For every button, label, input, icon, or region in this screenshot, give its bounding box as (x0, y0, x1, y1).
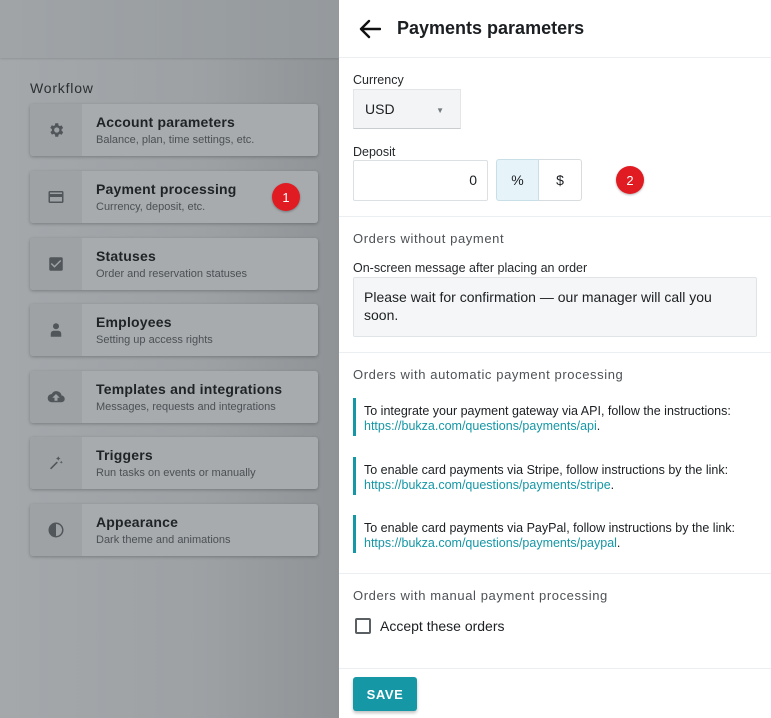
background-settings-pane: Workflow Account parameters Balance, pla… (0, 0, 339, 718)
section-divider (339, 573, 771, 574)
menu-card-title: Templates and integrations (96, 381, 283, 397)
menu-card-employees[interactable]: Employees Setting up access rights (30, 304, 318, 356)
stripe-instructions-link[interactable]: https://bukza.com/questions/payments/str… (364, 478, 611, 492)
menu-card-statuses[interactable]: Statuses Order and reservation statuses (30, 238, 318, 290)
menu-card-title: Payment processing (96, 181, 237, 197)
menu-card-subtitle: Setting up access rights (96, 334, 213, 346)
note-text: To enable card payments via Stripe, foll… (364, 463, 729, 477)
menu-card-appearance[interactable]: Appearance Dark theme and animations (30, 504, 318, 556)
menu-card-title: Account parameters (96, 114, 235, 130)
contrast-icon (30, 504, 82, 556)
section-divider (339, 668, 771, 669)
menu-card-subtitle: Messages, requests and integrations (96, 401, 276, 413)
currency-value: USD (365, 101, 395, 117)
magic-wand-icon (30, 437, 82, 489)
note-suffix: . (616, 536, 621, 550)
menu-card-subtitle: Balance, plan, time settings, etc. (96, 134, 255, 146)
menu-card-subtitle: Dark theme and animations (96, 534, 231, 546)
menu-card-subtitle: Run tasks on events or manually (96, 467, 256, 479)
deposit-label: Deposit (353, 145, 396, 159)
payments-parameters-panel: Payments parameters Currency USD ▼ Depos… (339, 0, 771, 718)
currency-select[interactable]: USD ▼ (353, 89, 461, 129)
menu-card-title: Employees (96, 314, 172, 330)
note-suffix: . (610, 478, 615, 492)
gear-icon (30, 104, 82, 156)
annotation-badge-1: 1 (272, 183, 300, 211)
cloud-upload-icon (30, 371, 82, 423)
api-instructions-note: To integrate your payment gateway via AP… (353, 398, 757, 436)
annotation-badge-2: 2 (616, 166, 644, 194)
deposit-unit-dollar-toggle[interactable]: $ (539, 159, 582, 201)
paypal-instructions-link[interactable]: https://bukza.com/questions/payments/pay… (364, 536, 617, 550)
menu-card-subtitle: Order and reservation statuses (96, 268, 248, 280)
person-icon (30, 304, 82, 356)
menu-card-title: Triggers (96, 447, 153, 463)
menu-card-account-parameters[interactable]: Account parameters Balance, plan, time s… (30, 104, 318, 156)
save-button[interactable]: SAVE (353, 677, 417, 711)
panel-title: Payments parameters (397, 18, 585, 38)
checkbox-icon (30, 238, 82, 290)
stripe-instructions-note: To enable card payments via Stripe, foll… (353, 457, 757, 495)
section-divider (339, 216, 771, 217)
message-label: On-screen message after placing an order (353, 261, 588, 275)
menu-card-triggers[interactable]: Triggers Run tasks on events or manually (30, 437, 318, 489)
note-suffix: . (596, 419, 601, 433)
currency-label: Currency (353, 73, 404, 87)
panel-header: Payments parameters (339, 0, 771, 58)
note-text: To enable card payments via PayPal, foll… (364, 521, 736, 535)
deposit-unit-percent-toggle[interactable]: % (496, 159, 539, 201)
dropdown-caret-icon: ▼ (436, 106, 444, 115)
accept-orders-label[interactable]: Accept these orders (380, 618, 505, 634)
paypal-instructions-note: To enable card payments via PayPal, foll… (353, 515, 757, 553)
note-text: To integrate your payment gateway via AP… (364, 404, 731, 418)
manual-processing-heading: Orders with manual payment processing (353, 588, 608, 603)
menu-card-title: Appearance (96, 514, 179, 530)
section-divider (339, 352, 771, 353)
automatic-processing-heading: Orders with automatic payment processing (353, 367, 624, 382)
menu-card-templates-integrations[interactable]: Templates and integrations Messages, req… (30, 371, 318, 423)
deposit-input[interactable]: 0 (353, 160, 488, 201)
api-instructions-link[interactable]: https://bukza.com/questions/payments/api (364, 419, 597, 433)
accept-orders-row[interactable]: Accept these orders (355, 618, 505, 634)
credit-card-icon (30, 171, 82, 223)
back-arrow-icon[interactable] (357, 16, 383, 42)
orders-without-payment-heading: Orders without payment (353, 231, 505, 246)
menu-card-subtitle: Currency, deposit, etc. (96, 201, 206, 213)
accept-orders-checkbox[interactable] (355, 618, 371, 634)
message-textarea[interactable]: Please wait for confirmation — our manag… (353, 277, 757, 337)
menu-card-title: Statuses (96, 248, 156, 264)
workflow-section-title: Workflow (30, 80, 94, 96)
background-topbar (0, 0, 339, 58)
